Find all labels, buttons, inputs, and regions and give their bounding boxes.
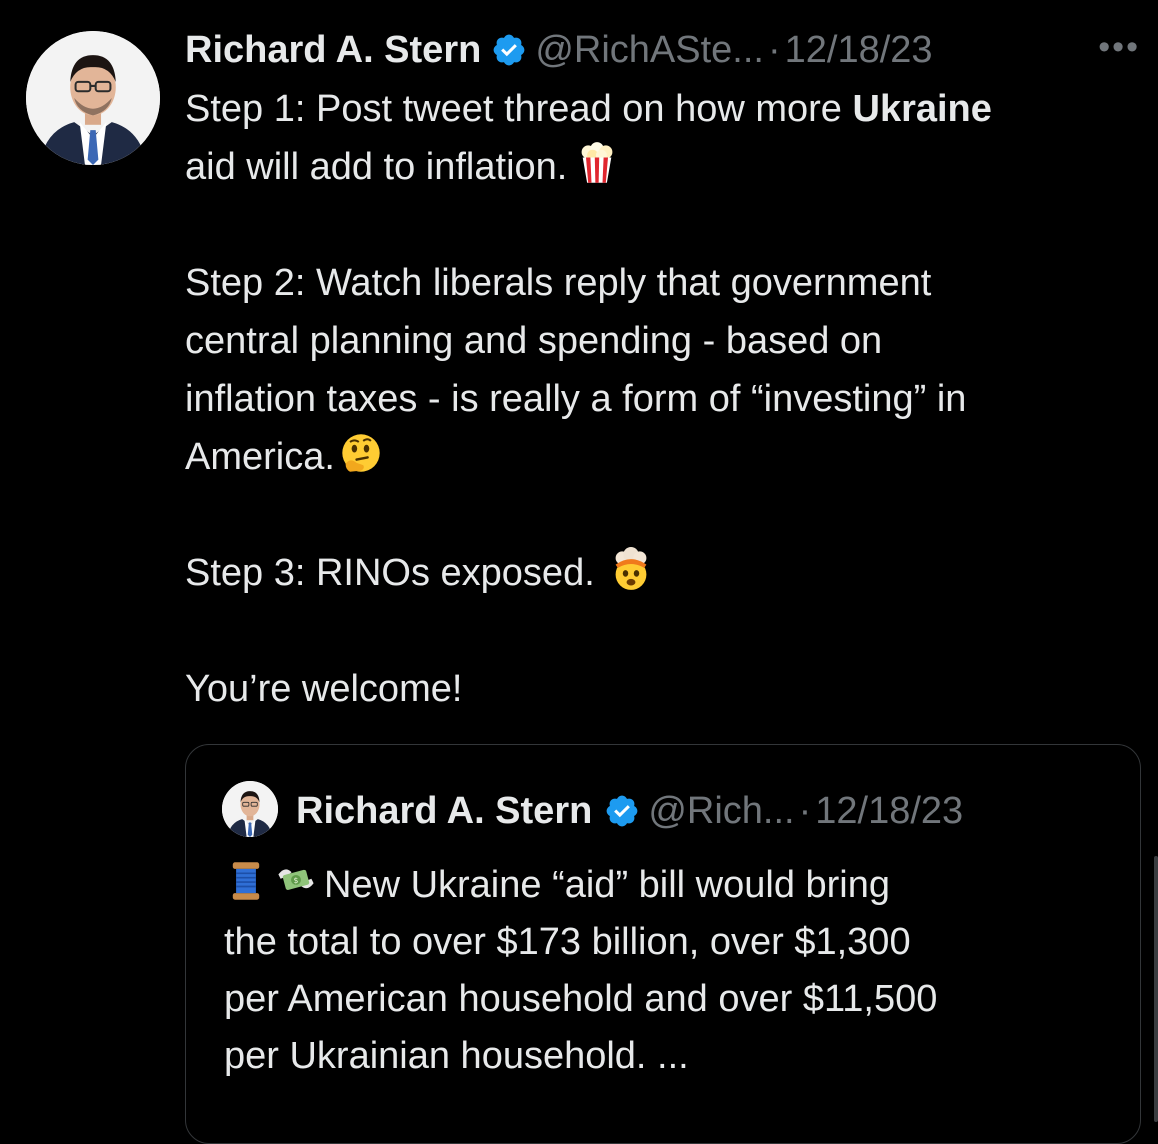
quoted-tweet-line: per American household and over $11,500: [224, 978, 938, 1020]
tweet-line: Step 1: Post tweet thread on how more Uk…: [185, 88, 992, 130]
svg-text:$: $: [294, 876, 299, 885]
popcorn-emoji-icon: [575, 141, 619, 185]
exploding-head-emoji-icon: [609, 547, 653, 591]
bold-keyword: Ukraine: [852, 88, 992, 130]
verified-badge-icon[interactable]: [491, 32, 527, 68]
money-with-wings-emoji-icon: $: [274, 859, 318, 903]
thread-spool-emoji-icon: [224, 859, 268, 903]
tweet-line: aid will add to inflation.: [185, 138, 1145, 196]
quoted-tweet[interactable]: Richard A. Stern @Rich... · 12/18/23 $ N…: [185, 744, 1141, 1144]
tweet-header: Richard A. Stern @RichASte... · 12/18/23…: [185, 22, 1140, 78]
tweet-line: central planning and spending - based on: [185, 320, 883, 362]
separator-dot: ·: [767, 28, 781, 71]
tweet-body: Step 1: Post tweet thread on how more Uk…: [185, 80, 1145, 718]
thinking-face-emoji-icon: [339, 431, 383, 475]
tweet-line: America.: [185, 428, 1145, 486]
author-avatar[interactable]: [26, 31, 160, 165]
quoted-tweet-line: the total to over $173 billion, over $1,…: [224, 921, 911, 963]
quoted-author-handle[interactable]: @Rich...: [648, 790, 794, 833]
quoted-tweet-line: $ New Ukraine “aid” bill would bring: [224, 857, 1104, 914]
quoted-author-avatar[interactable]: [222, 781, 278, 837]
quoted-tweet-body: $ New Ukraine “aid” bill would bring the…: [224, 857, 1104, 1085]
separator-dot: ·: [798, 789, 812, 832]
quoted-tweet-header: Richard A. Stern @Rich... · 12/18/23: [296, 783, 963, 839]
quoted-tweet-date[interactable]: 12/18/23: [815, 790, 963, 833]
author-handle[interactable]: @RichASte...: [535, 29, 764, 72]
quoted-tweet-line: per Ukrainian household. ...: [224, 1035, 689, 1077]
tweet-line: inflation taxes - is really a form of “i…: [185, 378, 967, 420]
tweet-date[interactable]: 12/18/23: [785, 29, 933, 72]
scrollbar[interactable]: [1154, 856, 1158, 1122]
author-name[interactable]: Richard A. Stern: [185, 29, 481, 72]
tweet-line: You’re welcome!: [185, 668, 463, 710]
tweet-line: Step 2: Watch liberals reply that govern…: [185, 262, 932, 304]
quoted-author-name[interactable]: Richard A. Stern: [296, 790, 592, 833]
more-options-icon[interactable]: •••: [1098, 28, 1140, 67]
verified-badge-icon[interactable]: [604, 793, 640, 829]
tweet-line: Step 3: RINOs exposed.: [185, 544, 1145, 602]
